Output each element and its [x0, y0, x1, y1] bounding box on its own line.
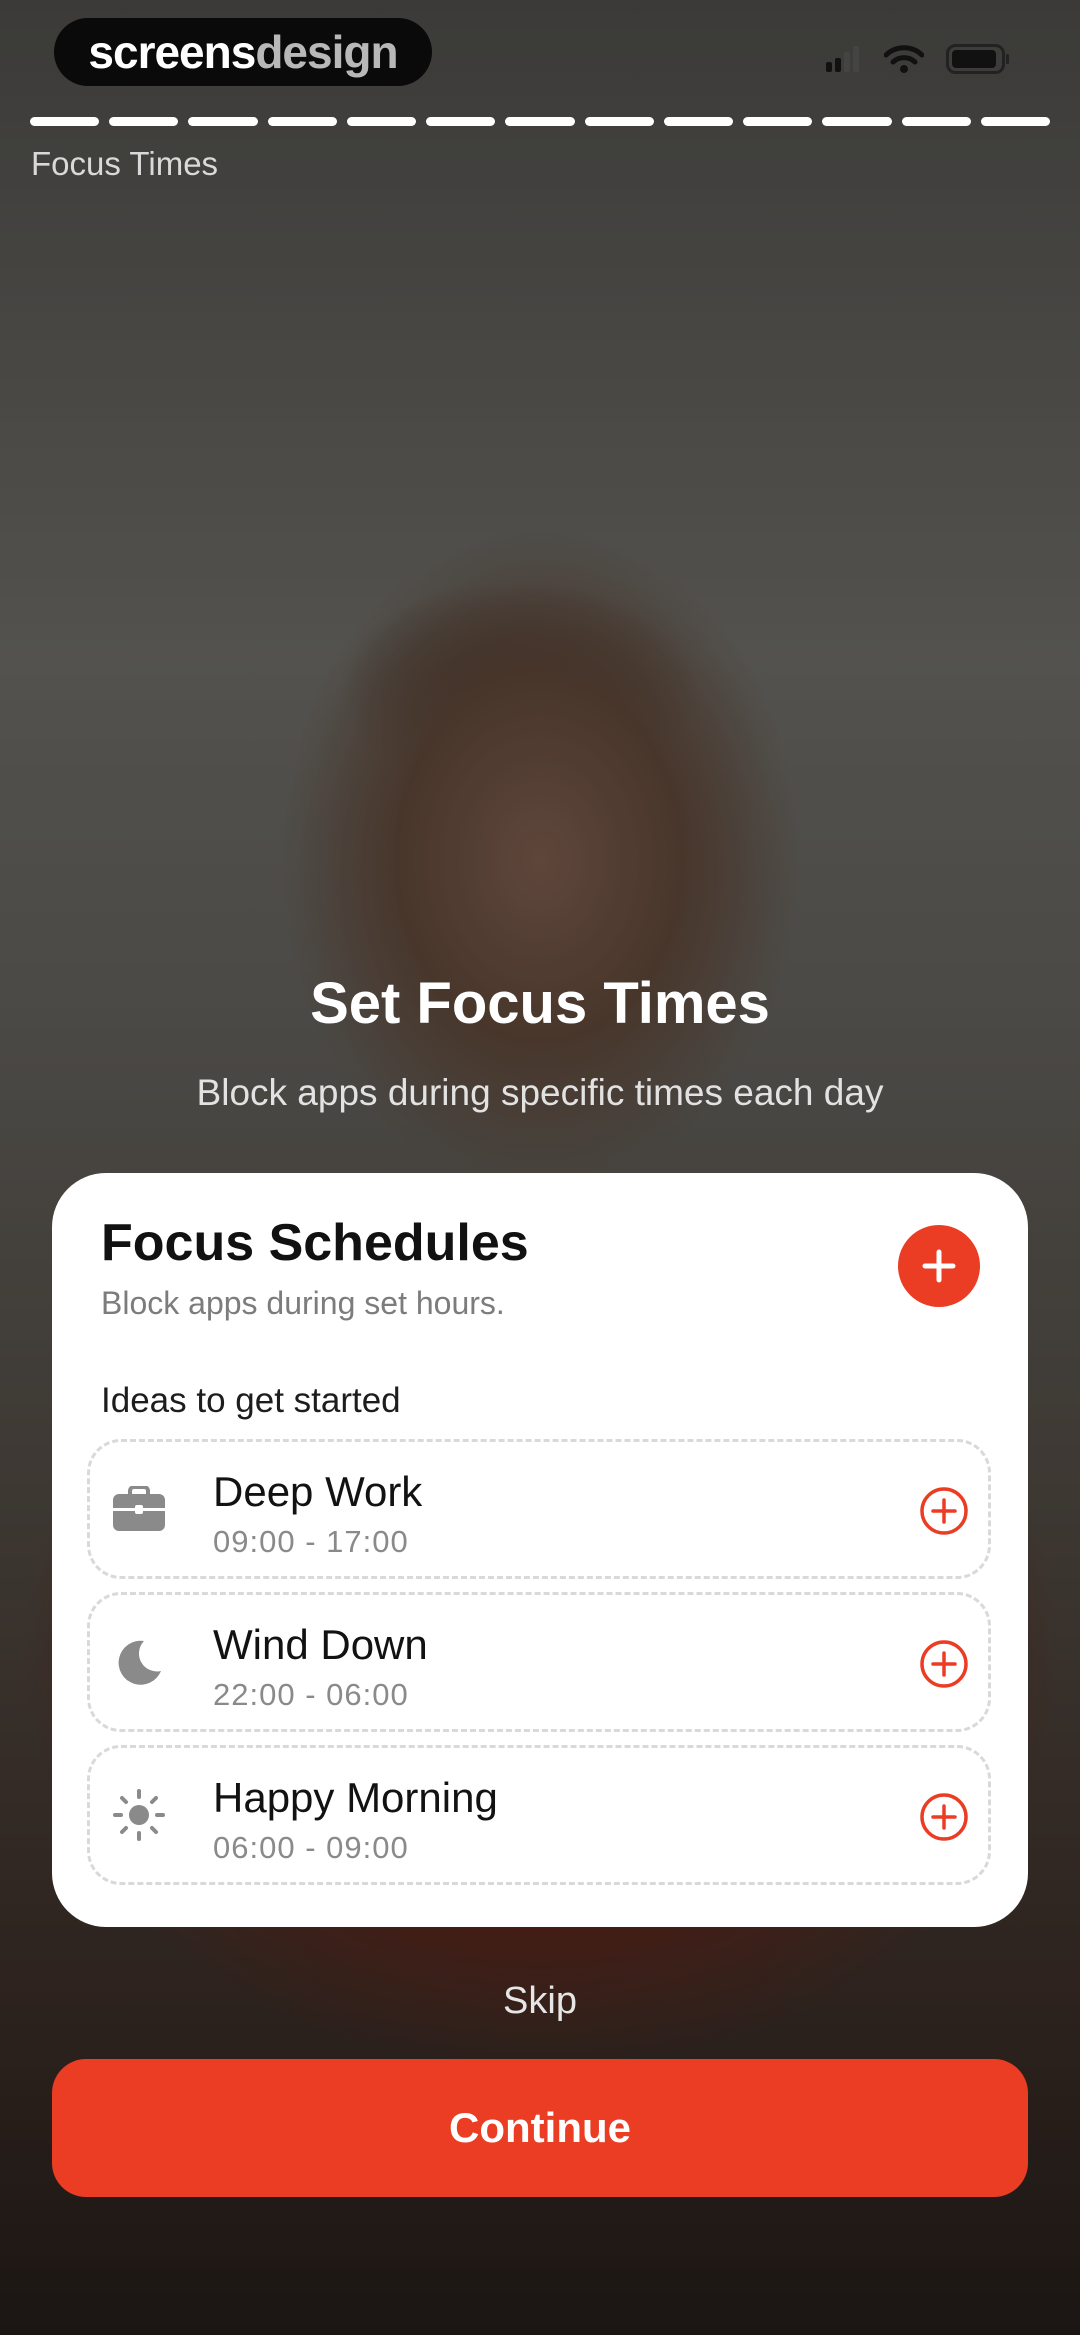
wifi-icon — [884, 45, 924, 73]
brand-logo-part1: screens — [88, 26, 256, 78]
progress-segment — [980, 117, 1051, 126]
page-title: Set Focus Times — [310, 971, 770, 1036]
idea-time: 06:00 - 09:00 — [213, 1830, 409, 1865]
plus-icon — [922, 1249, 956, 1283]
card-title: Focus Schedules — [101, 1214, 529, 1272]
ideas-label: Ideas to get started — [101, 1381, 401, 1420]
cellular-signal-icon — [826, 46, 859, 72]
sun-icon — [112, 1788, 166, 1842]
focus-schedules-card: Focus Schedules Block apps during set ho… — [52, 1173, 1028, 1927]
briefcase-icon — [112, 1482, 166, 1536]
progress-segment — [426, 117, 496, 126]
progress-segment — [188, 117, 258, 126]
add-circle-icon[interactable] — [919, 1639, 969, 1689]
progress-segment — [822, 117, 892, 126]
idea-name: Deep Work — [213, 1468, 423, 1515]
continue-label: Continue — [449, 2104, 631, 2151]
battery-icon — [946, 44, 1009, 74]
progress-segment — [505, 117, 575, 126]
progress-segment — [346, 117, 417, 126]
moon-icon — [112, 1635, 166, 1689]
progress-segment — [267, 117, 337, 126]
add-schedule-button[interactable] — [898, 1225, 980, 1307]
progress-segment — [584, 117, 654, 126]
onboarding-progress-bar — [30, 117, 1051, 126]
continue-button[interactable]: Continue — [52, 2059, 1028, 2197]
progress-segment — [901, 117, 971, 126]
page-subtitle: Block apps during specific times each da… — [196, 1072, 884, 1113]
progress-segment — [30, 117, 100, 126]
add-circle-icon[interactable] — [919, 1486, 969, 1536]
progress-segment — [743, 117, 813, 126]
brand-logo-part2: design — [255, 26, 398, 78]
status-bar-icons — [826, 44, 1010, 74]
idea-deep-work[interactable]: Deep Work 09:00 - 17:00 — [87, 1439, 991, 1579]
brand-logo: screens design — [54, 18, 432, 86]
idea-name: Happy Morning — [213, 1774, 498, 1821]
idea-time: 22:00 - 06:00 — [213, 1677, 409, 1712]
card-subtitle: Block apps during set hours. — [101, 1285, 505, 1321]
idea-happy-morning[interactable]: Happy Morning 06:00 - 09:00 — [87, 1745, 991, 1885]
step-label: Focus Times — [31, 145, 219, 182]
progress-segment — [663, 117, 734, 126]
idea-wind-down[interactable]: Wind Down 22:00 - 06:00 — [87, 1592, 991, 1732]
add-circle-icon[interactable] — [919, 1792, 969, 1842]
idea-name: Wind Down — [213, 1621, 428, 1668]
progress-segment — [109, 117, 179, 126]
idea-time: 09:00 - 17:00 — [213, 1524, 409, 1559]
skip-button[interactable]: Skip — [0, 1980, 1080, 2023]
